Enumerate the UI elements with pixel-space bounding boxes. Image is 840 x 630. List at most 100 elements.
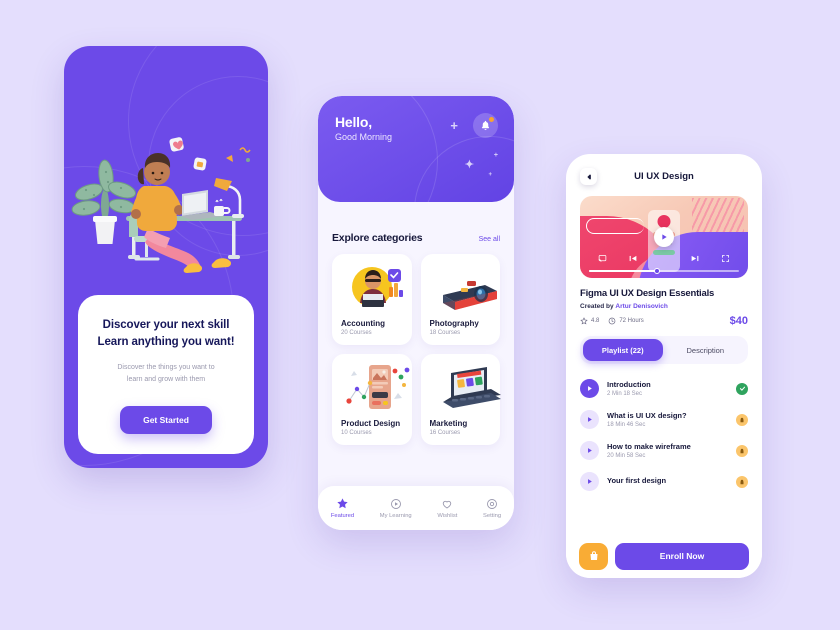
lesson-text: How to make wireframe 20 Min 58 Sec	[607, 442, 728, 459]
lesson-item[interactable]: Introduction 2 Min 18 Sec	[580, 373, 748, 404]
add-to-cart-button[interactable]	[579, 542, 608, 570]
lesson-name: Introduction	[607, 380, 651, 389]
created-by-label: Created by	[580, 303, 614, 310]
nav-item-setting[interactable]: Setting	[483, 498, 501, 519]
video-progress-fill	[589, 269, 657, 272]
category-card-marketing[interactable]: Marketing 16 Courses	[420, 354, 501, 445]
lesson-item[interactable]: How to make wireframe 20 Min 58 Sec	[580, 435, 748, 466]
video-controls	[580, 252, 748, 265]
play-circle-icon	[390, 498, 401, 509]
tab-description[interactable]: Description	[666, 339, 746, 361]
star-icon	[580, 317, 588, 325]
headline-line-2: Learn anything you want!	[97, 335, 235, 348]
onboarding-screen: Discover your next skill Learn anything …	[64, 46, 268, 468]
page-title: UI UX Design	[634, 171, 694, 182]
section-title: Explore categories	[332, 232, 423, 244]
cast-button[interactable]	[596, 252, 609, 265]
play-icon	[588, 448, 592, 453]
category-course-count: 18 Courses	[429, 330, 461, 336]
accounting-illustration	[352, 267, 403, 307]
lesson-duration: 2 Min 18 Sec	[607, 391, 643, 397]
next-icon	[691, 255, 699, 262]
notification-badge	[489, 117, 494, 122]
lesson-play-button[interactable]	[580, 410, 599, 429]
category-course-count: 20 Courses	[341, 330, 372, 336]
enroll-now-button[interactable]: Enroll Now	[615, 542, 749, 570]
sparkle-icon: +	[493, 152, 498, 159]
lesson-text: Your first design	[607, 476, 728, 487]
home-screen: + ✦ + + Hello, Good Morning Explore cate…	[318, 96, 514, 530]
lesson-play-button[interactable]	[580, 441, 599, 460]
subtext-line-2: learn and grow with them	[126, 375, 206, 383]
category-course-count: 16 Courses	[429, 430, 461, 436]
course-author[interactable]: Artur Denisovich	[615, 303, 667, 310]
lesson-completed-badge	[736, 382, 748, 395]
notification-bell-button[interactable]	[473, 113, 498, 138]
fullscreen-button[interactable]	[719, 252, 732, 265]
nav-item-my-learning[interactable]: My Learning	[380, 498, 412, 519]
nav-label: Setting	[483, 512, 502, 519]
play-icon	[588, 386, 592, 391]
nav-label: My Learning	[379, 512, 412, 519]
woman-at-desk-illustration	[71, 137, 251, 273]
lesson-item[interactable]: What is UI UX design? 18 Min 46 Sec	[580, 404, 748, 435]
play-icon	[588, 479, 592, 484]
rating-value: 4.8	[591, 318, 600, 324]
lesson-locked-badge	[736, 413, 748, 426]
home-header: + ✦ + + Hello, Good Morning	[318, 96, 514, 202]
get-started-button[interactable]: Get Started	[120, 406, 212, 434]
category-name: Photography	[429, 319, 479, 328]
onboarding-subtext: Discover the things you want to learn an…	[92, 362, 240, 387]
enroll-bar: Enroll Now	[566, 534, 762, 578]
video-progress-handle[interactable]	[653, 267, 660, 274]
lesson-play-button[interactable]	[580, 379, 599, 398]
heart-icon	[443, 500, 452, 509]
sparkle-icon: +	[488, 172, 492, 178]
lock-icon	[740, 448, 744, 453]
category-name: Marketing	[429, 419, 468, 428]
lesson-duration: 20 Min 58 Sec	[607, 453, 646, 459]
course-info: Figma UI UX Design Essentials Created by…	[566, 278, 762, 327]
tab-playlist[interactable]: Playlist (22)	[583, 339, 663, 361]
subtext-line-1: Discover the things you want to	[117, 363, 215, 371]
gear-icon	[487, 498, 498, 509]
duration-value: 72 Hours	[619, 318, 644, 324]
category-card-accounting[interactable]: Accounting 20 Courses	[332, 254, 412, 345]
lesson-text: What is UI UX design? 18 Min 46 Sec	[607, 411, 728, 428]
course-meta-row: 4.8 72 Hours $40	[580, 315, 748, 327]
sparkle-icon: ✦	[464, 159, 474, 171]
onboarding-card: Discover your next skill Learn anything …	[78, 295, 254, 454]
next-button[interactable]	[688, 252, 701, 265]
nav-label: Featured	[330, 513, 355, 519]
lock-icon	[740, 417, 744, 422]
play-icon	[588, 417, 592, 422]
category-card-product-design[interactable]: Product Design 10 Courses	[332, 354, 412, 445]
course-detail-screen: UI UX Design Figma UI UX Design Essentia…	[566, 154, 762, 578]
home-content: Explore categories See all Accounting 20…	[318, 202, 514, 445]
laptop-marketing-illustration	[442, 367, 501, 408]
category-name: Accounting	[341, 319, 385, 328]
category-course-count: 10 Courses	[341, 430, 372, 436]
previous-button[interactable]	[627, 252, 640, 265]
bottom-navigation: Featured My Learning Wishlist Setting	[318, 486, 514, 530]
product-design-illustration	[346, 365, 410, 409]
lesson-play-button[interactable]	[580, 472, 599, 491]
video-player[interactable]	[580, 196, 748, 278]
play-button[interactable]	[654, 227, 674, 247]
lesson-item[interactable]: Your first design	[580, 466, 748, 497]
play-icon	[662, 234, 667, 240]
see-all-link[interactable]: See all	[479, 236, 500, 243]
check-icon	[739, 386, 745, 391]
camera-illustration	[442, 281, 497, 310]
course-author-line: Created by Artur Denisovich	[580, 303, 748, 310]
course-header: UI UX Design	[566, 154, 762, 185]
video-progress-bar[interactable]	[589, 267, 739, 274]
lesson-duration: 18 Min 46 Sec	[607, 422, 646, 428]
course-price: $40	[729, 315, 748, 327]
course-title: Figma UI UX Design Essentials	[580, 288, 715, 299]
category-card-photography[interactable]: Photography 18 Courses	[420, 254, 500, 345]
nav-item-wishlist[interactable]: Wishlist	[437, 498, 457, 519]
previous-icon	[629, 255, 637, 262]
lesson-locked-badge	[736, 475, 748, 488]
nav-item-featured[interactable]: Featured	[331, 497, 354, 519]
